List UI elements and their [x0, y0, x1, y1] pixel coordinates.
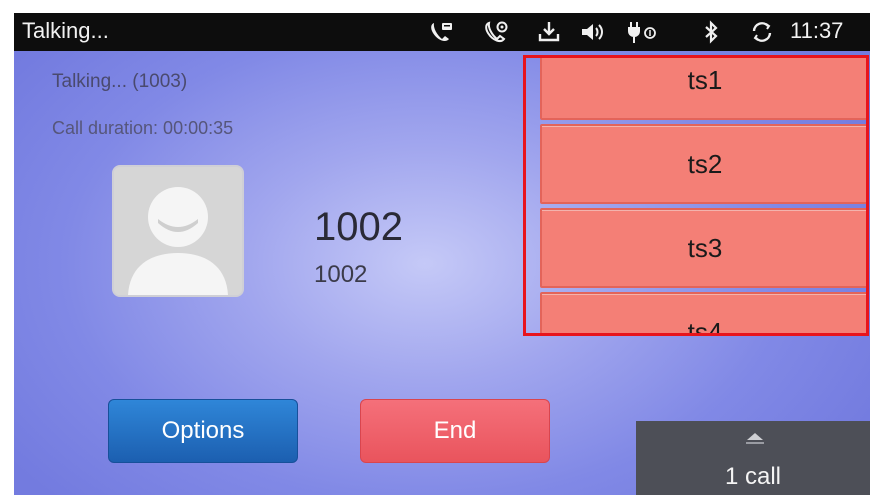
contact-number: 1002	[314, 261, 368, 288]
volume-icon	[582, 24, 603, 40]
call-message-icon	[431, 23, 452, 41]
softkey-ts1[interactable]: ts1	[540, 58, 866, 120]
contact-name: 1002	[314, 205, 403, 249]
softkey-label: ts2	[687, 148, 723, 179]
sync-icon	[752, 22, 772, 42]
contact-avatar	[112, 165, 244, 297]
softkey-ts4[interactable]: ts4	[540, 292, 866, 336]
power-icon	[628, 22, 656, 43]
call-settings-icon	[485, 21, 508, 42]
download-icon	[538, 22, 560, 42]
softkey-label: ts3	[687, 232, 723, 263]
softkey-ts2[interactable]: ts2	[540, 124, 866, 204]
status-time: 11:37	[790, 18, 844, 43]
end-call-button[interactable]: End	[360, 399, 550, 463]
softkey-label: ts4	[687, 316, 723, 336]
status-bar: Talking... 11:37	[14, 13, 870, 51]
person-placeholder-icon	[114, 167, 242, 295]
call-count-label: 1 call	[724, 463, 782, 490]
call-tray[interactable]: 1 call	[636, 421, 870, 495]
call-screen: Talking... 11:37 Talking... (1003) Call …	[14, 13, 870, 495]
softkey-label: ts1	[687, 64, 723, 95]
status-title: Talking...	[22, 18, 109, 43]
softkey-list: ts1 ts2 ts3 ts4	[540, 58, 866, 336]
options-button[interactable]: Options	[108, 399, 298, 463]
chevron-up-icon	[746, 433, 764, 444]
softkey-panel[interactable]: ts1 ts2 ts3 ts4	[523, 55, 869, 336]
bluetooth-icon	[705, 20, 718, 44]
call-duration-label: Call duration: 00:00:35	[52, 118, 234, 138]
softkey-ts3[interactable]: ts3	[540, 208, 866, 288]
call-state-label: Talking... (1003)	[52, 71, 188, 92]
